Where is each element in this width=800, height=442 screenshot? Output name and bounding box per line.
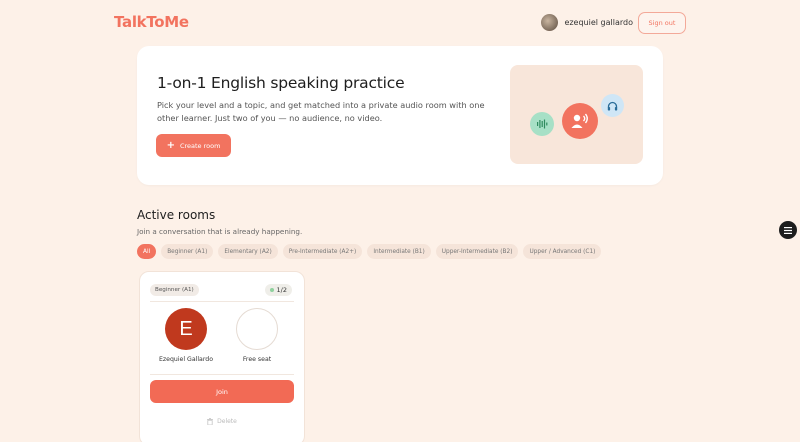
hero-card: 1-on-1 English speaking practice Pick yo… — [137, 46, 663, 185]
filter-c1[interactable]: Upper / Advanced (C1) — [523, 244, 602, 259]
filter-a1[interactable]: Beginner (A1) — [161, 244, 214, 259]
user-menu[interactable]: ezequiel gallardo — [541, 14, 633, 31]
hero-illustration — [510, 65, 643, 164]
participant-avatar: E — [165, 308, 207, 350]
delete-label: Delete — [217, 418, 237, 425]
divider — [150, 301, 294, 302]
filter-a2-plus[interactable]: Pre-Intermediate (A2+) — [282, 244, 363, 259]
hamburger-icon — [784, 226, 792, 234]
app-logo[interactable]: TalkToMe — [114, 13, 189, 31]
filter-b1[interactable]: Intermediate (B1) — [367, 244, 431, 259]
active-rooms-title: Active rooms — [137, 208, 216, 222]
live-dot-icon — [269, 288, 274, 292]
filter-b2[interactable]: Upper-Intermediate (B2) — [435, 244, 519, 259]
level-filter-bar: All Beginner (A1) Elementary (A2) Pre-In… — [137, 244, 602, 259]
room-count-badge: 1/2 — [264, 284, 292, 296]
filter-a2[interactable]: Elementary (A2) — [218, 244, 278, 259]
empty-seat-avatar — [236, 308, 278, 350]
create-room-button[interactable]: + Create room — [156, 134, 231, 157]
user-name: ezequiel gallardo — [564, 18, 633, 27]
delete-button[interactable]: Delete — [140, 418, 304, 425]
create-room-label: Create room — [179, 141, 221, 150]
seat-occupied: E Ezequiel Gallardo — [156, 308, 216, 363]
free-seat-label: Free seat — [242, 356, 272, 363]
user-avatar — [541, 14, 559, 31]
room-count: 1/2 — [276, 286, 287, 294]
top-bar: TalkToMe ezequiel gallardo Sign out — [0, 0, 800, 46]
room-card: Beginner (A1) 1/2 E Ezequiel Gallardo Fr… — [139, 271, 305, 442]
filter-all[interactable]: All — [137, 244, 157, 259]
active-rooms-subtitle: Join a conversation that is already happ… — [137, 227, 303, 236]
room-level-badge: Beginner (A1) — [150, 284, 199, 296]
plus-icon: + — [166, 139, 175, 151]
sign-out-button[interactable]: Sign out — [638, 12, 686, 34]
divider — [150, 374, 294, 375]
join-button[interactable]: Join — [150, 380, 294, 403]
trash-icon — [207, 418, 214, 425]
hero-title: 1-on-1 English speaking practice — [157, 74, 405, 92]
seat-free: Free seat — [227, 308, 287, 363]
audio-wave-icon — [530, 112, 554, 136]
menu-button[interactable] — [779, 221, 797, 239]
participant-name: Ezequiel Gallardo — [159, 356, 213, 363]
headphones-icon — [601, 94, 624, 117]
speaking-person-icon — [562, 103, 598, 139]
hero-description: Pick your level and a topic, and get mat… — [157, 100, 485, 123]
